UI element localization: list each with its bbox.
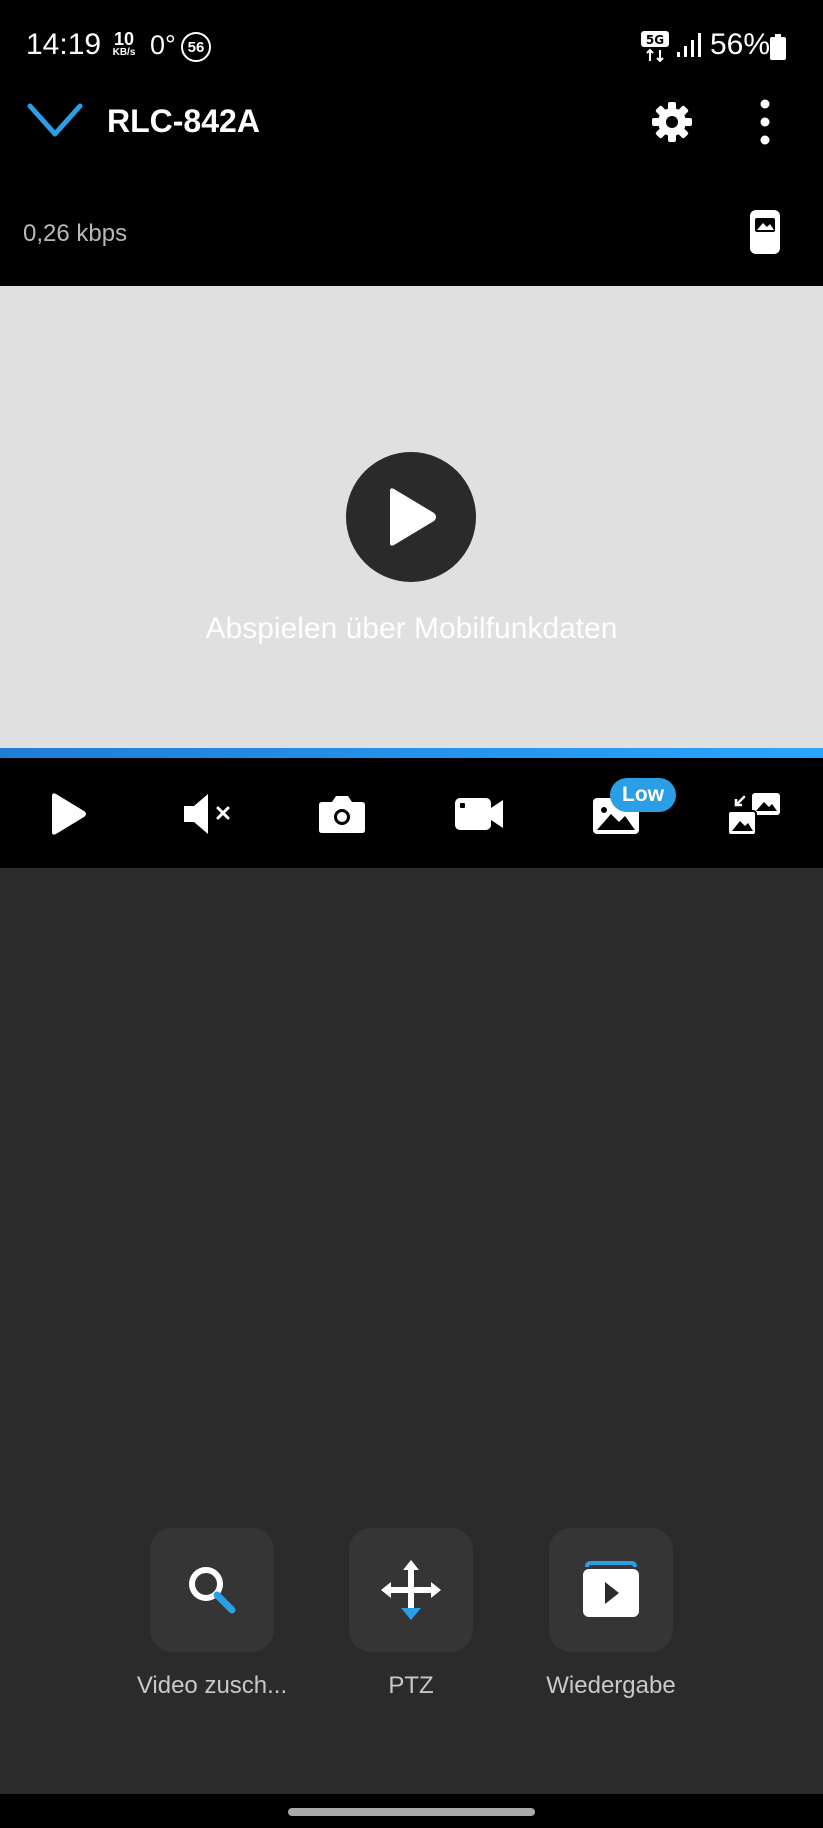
status-temperature: 0° bbox=[150, 30, 176, 60]
battery-percentage: 56% bbox=[710, 28, 771, 61]
phone-view-icon[interactable] bbox=[748, 208, 782, 256]
multi-view-button[interactable] bbox=[726, 786, 782, 842]
playback-label: Wiedergabe bbox=[546, 1672, 676, 1699]
quality-low-badge: Low bbox=[610, 778, 676, 812]
home-indicator[interactable] bbox=[288, 1808, 535, 1816]
chevron-down-icon[interactable] bbox=[26, 100, 84, 140]
stream-progress-bar bbox=[0, 748, 823, 758]
mobile-data-message: Abspielen über Mobilfunkdaten bbox=[205, 612, 618, 645]
ptz-arrows-icon bbox=[381, 1560, 441, 1620]
record-button[interactable] bbox=[451, 786, 507, 842]
search-icon bbox=[189, 1567, 236, 1614]
control-toolbar bbox=[0, 758, 823, 868]
play-icon bbox=[390, 488, 436, 546]
network-speed-value: 10 bbox=[113, 29, 135, 49]
gear-icon[interactable] bbox=[650, 100, 694, 144]
play-button[interactable] bbox=[40, 786, 96, 842]
signal-strength-icon bbox=[677, 33, 701, 57]
camera-icon bbox=[319, 796, 365, 833]
video-search-button[interactable] bbox=[150, 1528, 274, 1652]
video-camera-icon bbox=[455, 798, 503, 830]
video-search-label: Video zusch... bbox=[136, 1672, 288, 1699]
5g-label: 5G bbox=[646, 33, 664, 47]
mute-button[interactable] bbox=[180, 786, 236, 842]
snapshot-button[interactable] bbox=[314, 786, 370, 842]
network-speed-unit: KB/s bbox=[112, 47, 136, 58]
playback-icon bbox=[583, 1561, 639, 1617]
playback-button[interactable] bbox=[549, 1528, 673, 1652]
network-speed: 10 KB/s bbox=[107, 30, 141, 58]
status-time: 14:19 bbox=[26, 28, 102, 61]
notification-count-badge: 56 bbox=[181, 32, 211, 62]
battery-icon bbox=[770, 34, 786, 60]
switch-view-icon bbox=[727, 793, 780, 836]
device-title: RLC-842A bbox=[107, 103, 260, 139]
ptz-button[interactable] bbox=[349, 1528, 473, 1652]
more-vertical-icon[interactable] bbox=[754, 98, 776, 146]
5g-network-icon: 5G bbox=[641, 31, 669, 62]
ptz-label: PTZ bbox=[388, 1672, 434, 1699]
play-icon bbox=[52, 793, 86, 835]
play-video-button[interactable] bbox=[346, 452, 476, 582]
bitrate-readout: 0,26 kbps bbox=[23, 220, 128, 247]
speaker-muted-icon bbox=[184, 794, 230, 834]
